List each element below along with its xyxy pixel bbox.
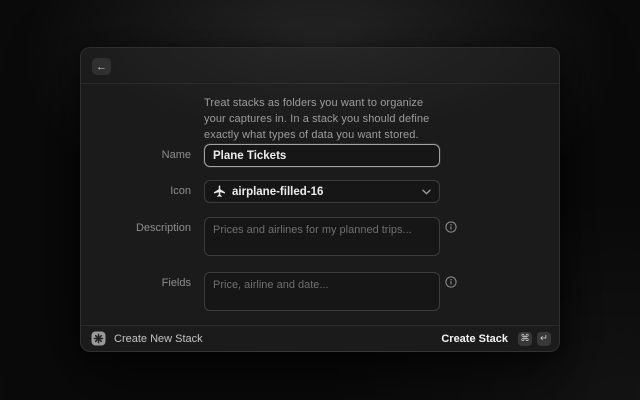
return-key-icon: ↵	[537, 332, 551, 346]
create-stack-button[interactable]: Create Stack	[441, 333, 508, 345]
name-label: Name	[81, 149, 191, 161]
chevron-down-icon	[422, 189, 431, 195]
window-header: ←	[81, 48, 559, 84]
fields-label: Fields	[81, 277, 191, 289]
name-input[interactable]	[204, 144, 440, 167]
fields-info-icon[interactable]	[445, 276, 457, 288]
intro-text: Treat stacks as folders you want to orga…	[204, 95, 448, 143]
back-button[interactable]: ←	[92, 58, 111, 75]
description-label: Description	[81, 222, 191, 234]
create-stack-window: ← Treat stacks as folders you want to or…	[80, 47, 560, 352]
description-info-icon[interactable]	[445, 221, 457, 233]
icon-label: Icon	[81, 185, 191, 197]
icon-dropdown[interactable]: airplane-filled-16	[204, 180, 440, 203]
back-arrow-icon: ←	[96, 61, 107, 73]
command-title: Create New Stack	[114, 333, 203, 345]
icon-dropdown-value: airplane-filled-16	[232, 186, 323, 198]
airplane-icon	[213, 185, 226, 198]
action-bar: Create New Stack Create Stack ⌘ ↵	[81, 325, 559, 351]
app-logo-icon	[91, 331, 106, 346]
description-input[interactable]	[204, 217, 440, 256]
fields-input[interactable]	[204, 272, 440, 311]
command-key-icon: ⌘	[518, 332, 532, 346]
